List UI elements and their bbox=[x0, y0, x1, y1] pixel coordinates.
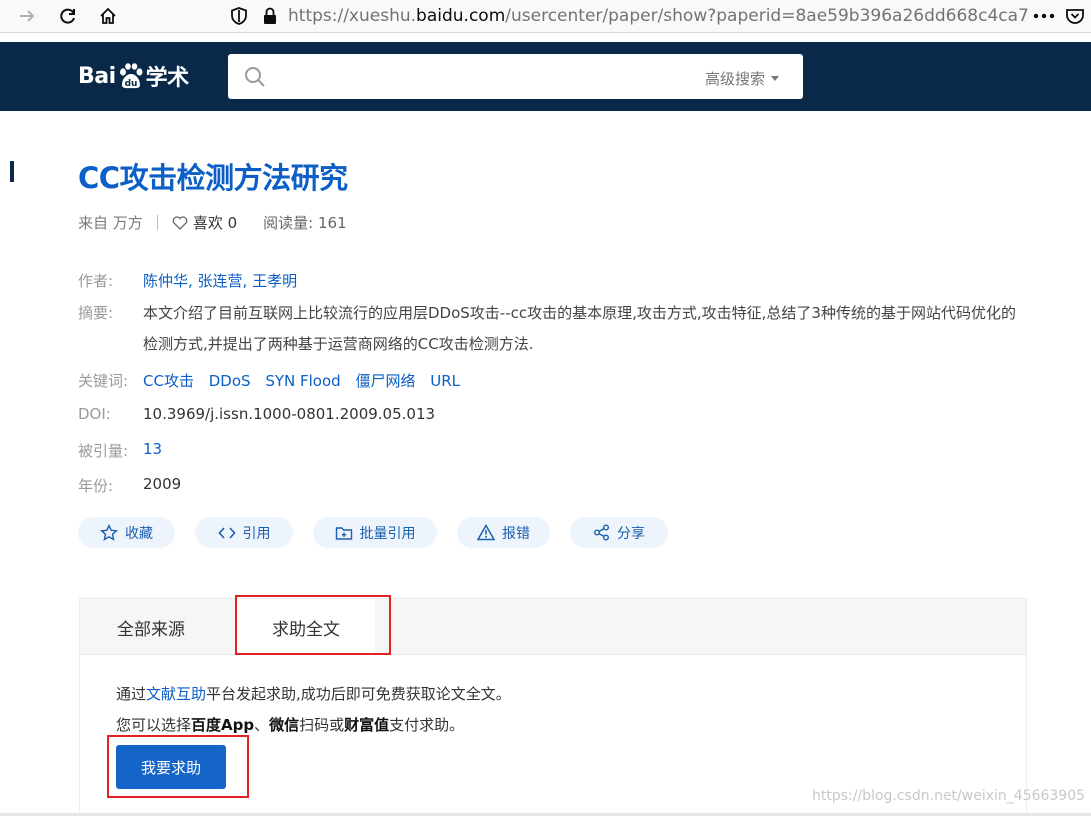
paw-icon: du bbox=[117, 63, 145, 89]
search-input[interactable]: 高级搜索 bbox=[228, 54, 803, 99]
share-icon bbox=[594, 524, 609, 541]
lock-icon[interactable] bbox=[262, 6, 278, 26]
star-icon bbox=[100, 523, 118, 541]
authors-label: 作者: bbox=[78, 272, 114, 290]
keyword-link[interactable]: URL bbox=[430, 372, 460, 390]
batch-cite-button[interactable]: 批量引用 bbox=[313, 517, 437, 548]
search-icon[interactable] bbox=[244, 66, 266, 88]
like-button[interactable]: 喜欢 0 bbox=[172, 212, 237, 233]
instruction-text: 平台发起求助,成功后即可免费获取论文全文。 bbox=[206, 685, 511, 703]
back-button[interactable] bbox=[14, 4, 40, 28]
source-value: 万方 bbox=[112, 214, 143, 232]
instruction-text: 扫码或 bbox=[299, 716, 345, 734]
side-marker bbox=[10, 161, 14, 182]
code-icon bbox=[217, 526, 236, 539]
pocket-icon bbox=[1066, 9, 1084, 24]
keyword-link[interactable]: DDoS bbox=[209, 372, 251, 390]
cite-label: 引用 bbox=[242, 525, 271, 542]
browser-toolbar: https://xueshu.baidu.com/usercenter/pape… bbox=[0, 0, 1091, 33]
instruction-text: 您可以选择 bbox=[116, 716, 192, 734]
literature-help-link[interactable]: 文献互助 bbox=[146, 685, 206, 703]
batch-cite-label: 批量引用 bbox=[359, 525, 416, 542]
paper-meta: 来自 万方 喜欢 0 阅读量: 161 bbox=[78, 212, 347, 233]
advanced-search-label: 高级搜索 bbox=[704, 70, 765, 88]
tab-all-sources-label: 全部来源 bbox=[117, 619, 185, 640]
tab-all-sources[interactable]: 全部来源 bbox=[80, 599, 222, 655]
site-header: Bai du 学术 高级搜索 bbox=[14, 42, 1091, 111]
home-button[interactable] bbox=[95, 4, 121, 28]
tab-request-fulltext-label: 求助全文 bbox=[272, 620, 340, 640]
year-row: 年份: 2009 bbox=[78, 475, 181, 496]
cited-count-link[interactable]: 13 bbox=[143, 440, 162, 461]
wechat-text: 微信 bbox=[269, 716, 300, 734]
cited-row: 被引量: 13 bbox=[78, 440, 162, 461]
cite-button[interactable]: 引用 bbox=[195, 517, 293, 548]
caret-down-icon bbox=[771, 76, 779, 81]
advanced-search-dropdown[interactable]: 高级搜索 bbox=[705, 68, 779, 89]
reload-button[interactable] bbox=[55, 4, 81, 28]
source-label: 来自 bbox=[78, 214, 109, 232]
cited-label: 被引量: bbox=[78, 442, 129, 460]
page-actions-button[interactable] bbox=[1030, 4, 1058, 28]
favorite-label: 收藏 bbox=[125, 525, 153, 542]
paper-title[interactable]: CC攻击检测方法研究 bbox=[78, 155, 348, 197]
ellipsis-icon bbox=[1033, 13, 1055, 19]
keyword-link[interactable]: 僵尸网络 bbox=[355, 372, 415, 390]
year-value: 2009 bbox=[143, 475, 182, 493]
reload-icon bbox=[60, 8, 75, 24]
divider bbox=[156, 215, 158, 230]
instruction-text: 支付求助。 bbox=[389, 716, 465, 734]
abstract-label: 摘要: bbox=[78, 304, 114, 322]
address-bar[interactable]: https://xueshu.baidu.com/usercenter/pape… bbox=[230, 0, 1030, 32]
authors-row: 作者: 陈仲华, 张连营, 王孝明 bbox=[78, 270, 297, 291]
keyword-link[interactable]: CC攻击 bbox=[143, 372, 194, 390]
shield-icon[interactable] bbox=[230, 6, 248, 26]
panel-instruction-1: 通过文献互助平台发起求助,成功后即可免费获取论文全文。 bbox=[116, 683, 511, 704]
panel-instruction-2: 您可以选择百度App、微信扫码或财富值支付求助。 bbox=[116, 714, 464, 735]
arrow-right-icon bbox=[20, 10, 35, 22]
tab-bar: 全部来源 求助全文 bbox=[80, 599, 1026, 656]
reads-label: 阅读量: bbox=[263, 214, 314, 232]
report-error-button[interactable]: 报错 bbox=[457, 517, 550, 548]
watermark: https://blog.csdn.net/weixin_45663905 bbox=[812, 788, 1086, 804]
heart-icon bbox=[172, 215, 188, 230]
warning-icon bbox=[477, 524, 495, 541]
baidu-xueshu-logo[interactable]: Bai du 学术 bbox=[78, 58, 189, 94]
keywords-row: 关键词: CC攻击 DDoS SYN Flood 僵尸网络 URL bbox=[78, 370, 470, 391]
doi-row: DOI: 10.3969/j.issn.1000-0801.2009.05.01… bbox=[78, 405, 435, 423]
logo-text-bai: Bai bbox=[78, 63, 116, 89]
logo-text-xueshu: 学术 bbox=[145, 66, 190, 91]
abstract-row: 摘要: 本文介绍了目前互联网上比较流行的应用层DDoS攻击--cc攻击的基本原理… bbox=[78, 298, 1023, 360]
share-label: 分享 bbox=[617, 525, 645, 542]
report-error-label: 报错 bbox=[502, 525, 530, 542]
request-help-button[interactable]: 我要求助 bbox=[116, 745, 226, 789]
keyword-link[interactable]: SYN Flood bbox=[265, 372, 340, 390]
baidu-app-text: 百度App bbox=[191, 716, 255, 734]
fulltext-panel: 全部来源 求助全文 通过文献互助平台发起求助,成功后即可免费获取论文全文。 您可… bbox=[79, 598, 1027, 816]
authors-value[interactable]: 陈仲华, 张连营, 王孝明 bbox=[143, 270, 297, 291]
request-help-label: 我要求助 bbox=[140, 758, 201, 777]
folder-plus-icon bbox=[335, 526, 352, 540]
action-bar: 收藏 引用 批量引用 报错 分享 bbox=[78, 517, 668, 548]
svg-text:du: du bbox=[124, 79, 137, 89]
share-button[interactable]: 分享 bbox=[570, 517, 668, 548]
read-count: 阅读量: 161 bbox=[263, 212, 346, 233]
home-icon bbox=[100, 7, 116, 24]
year-label: 年份: bbox=[78, 477, 114, 495]
wealth-text: 财富值 bbox=[344, 716, 390, 734]
url-text[interactable]: https://xueshu.baidu.com/usercenter/pape… bbox=[288, 6, 1028, 26]
doi-value: 10.3969/j.issn.1000-0801.2009.05.013 bbox=[143, 405, 436, 423]
favorite-button[interactable]: 收藏 bbox=[78, 517, 175, 548]
tab-request-fulltext[interactable]: 求助全文 bbox=[237, 599, 375, 656]
pocket-button[interactable] bbox=[1062, 4, 1088, 28]
doi-label: DOI: bbox=[78, 405, 111, 423]
instruction-text: 、 bbox=[254, 716, 270, 734]
keywords-label: 关键词: bbox=[78, 372, 129, 390]
like-label: 喜欢 bbox=[192, 214, 223, 232]
like-count: 0 bbox=[227, 213, 238, 232]
sidebar-edge bbox=[0, 42, 14, 111]
reads-value: 161 bbox=[318, 214, 347, 232]
abstract-text: 本文介绍了目前互联网上比较流行的应用层DDoS攻击--cc攻击的基本原理,攻击方… bbox=[143, 304, 1016, 353]
instruction-text: 通过 bbox=[116, 685, 147, 703]
